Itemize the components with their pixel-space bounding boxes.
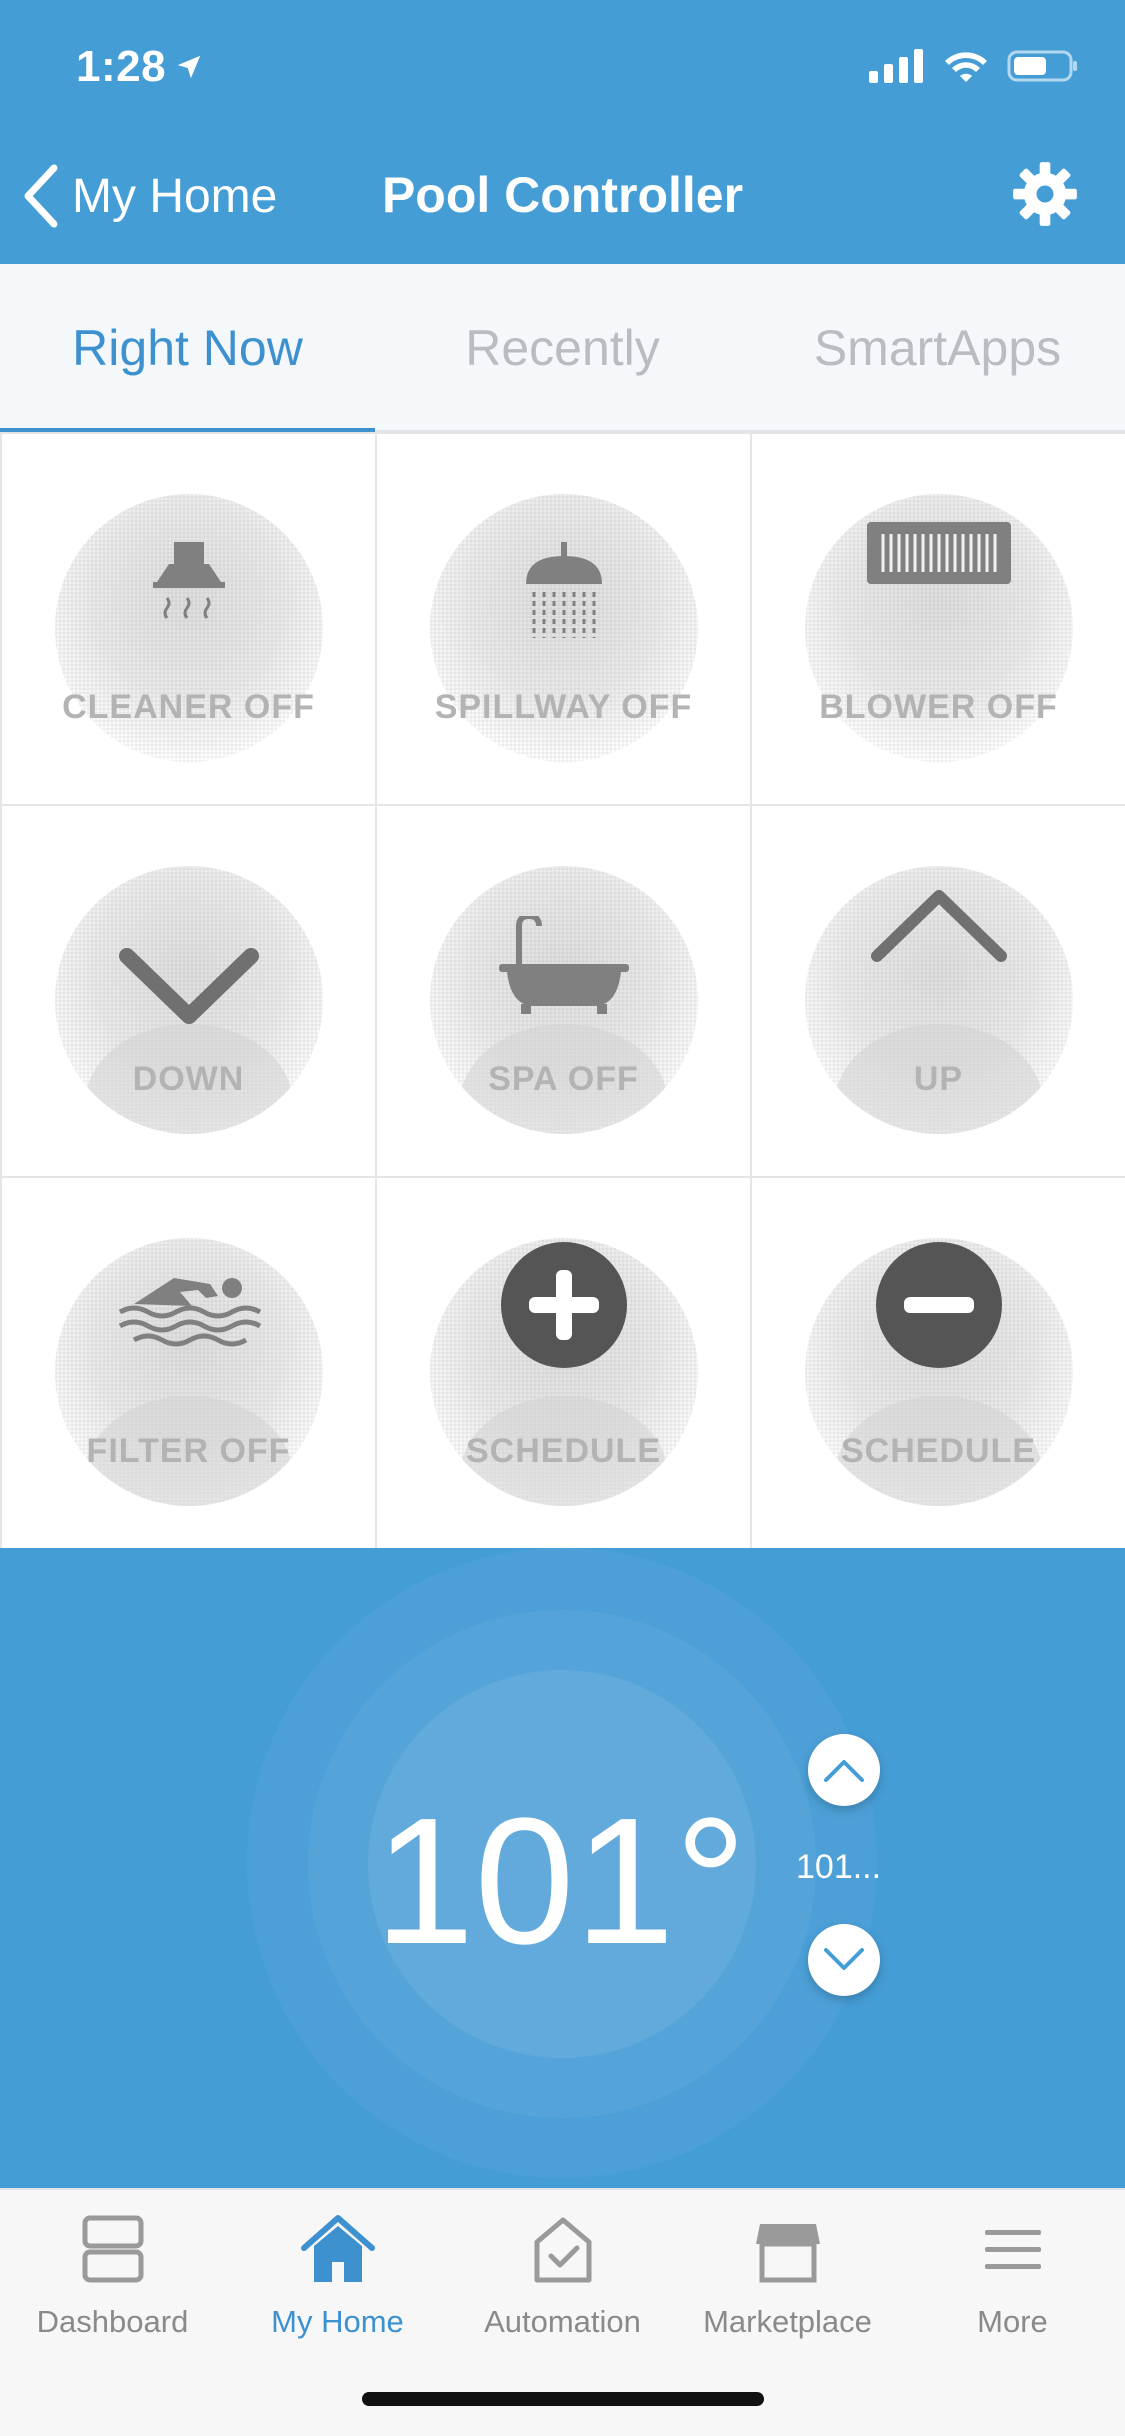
status-time: 1:28 — [76, 42, 204, 92]
tabbar-label: Dashboard — [36, 2304, 189, 2339]
chevron-up-icon — [871, 890, 1007, 962]
menu-icon — [984, 2230, 1041, 2269]
tile-down[interactable]: DOWN — [2, 806, 375, 1176]
tabbar-my-home[interactable]: My Home — [225, 2210, 450, 2360]
cellular-signal-icon — [869, 49, 923, 83]
tile-label: CLEANER OFF — [62, 688, 315, 726]
range-hood-icon — [153, 542, 225, 619]
status-indicators — [869, 48, 1079, 84]
plus-circle-icon — [501, 1242, 627, 1368]
setpoint-value: 101... — [796, 1848, 882, 1886]
tile-spillway[interactable]: SPILLWAY OFF — [377, 434, 750, 804]
tab-right-now[interactable]: Right Now — [0, 264, 375, 434]
tile-label: DOWN — [132, 1060, 245, 1098]
setpoint-up-button[interactable] — [808, 1734, 880, 1806]
tile-cleaner[interactable]: CLEANER OFF — [2, 434, 375, 804]
wifi-icon — [945, 52, 987, 82]
home-icon — [300, 2215, 375, 2282]
tile-label: SPA OFF — [488, 1060, 639, 1098]
current-temperature: 101° — [374, 1781, 747, 1982]
tabbar-dashboard[interactable]: Dashboard — [0, 2210, 225, 2360]
bathtub-icon — [499, 916, 629, 1014]
tabbar-label: Automation — [484, 2304, 641, 2339]
device-tile-grid: CLEANER OFF SPILLWAY OFF BLOWER OFF DOWN… — [0, 432, 1125, 1548]
tabbar-more[interactable]: More — [900, 2210, 1125, 2360]
navigation-bar: My Home Pool Controller — [0, 160, 1125, 240]
location-arrow-icon — [177, 55, 201, 79]
tile-label: SCHEDULE — [840, 1432, 1037, 1470]
tab-bar: Right Now Recently SmartApps — [0, 264, 1125, 434]
dashboard-icon — [82, 2215, 143, 2283]
tile-filter[interactable]: FILTER OFF — [2, 1178, 375, 1548]
tile-label: SPILLWAY OFF — [434, 688, 693, 726]
chevron-down-icon — [119, 948, 259, 1024]
tile-schedule-add[interactable]: SCHEDULE — [377, 1178, 750, 1548]
tile-blower[interactable]: BLOWER OFF — [752, 434, 1125, 804]
tile-up[interactable]: UP — [752, 806, 1125, 1176]
setpoint-down-button[interactable] — [808, 1924, 880, 1996]
tile-label: UP — [913, 1060, 964, 1098]
thermostat-panel: 101° 101... — [0, 1548, 1125, 2188]
tile-label: BLOWER OFF — [819, 688, 1058, 726]
tabbar-label: My Home — [271, 2304, 404, 2339]
chevron-down-icon — [824, 1948, 864, 1970]
swimmer-icon — [118, 1278, 262, 1347]
minus-circle-icon — [876, 1242, 1002, 1368]
tabbar-marketplace[interactable]: Marketplace — [675, 2210, 900, 2360]
gear-icon[interactable] — [1011, 160, 1079, 228]
automation-icon — [534, 2217, 591, 2283]
battery-icon — [1007, 50, 1077, 82]
tabbar-label: Marketplace — [703, 2304, 872, 2339]
home-indicator — [362, 2392, 764, 2406]
chevron-up-icon — [824, 1760, 864, 1782]
shower-icon — [526, 542, 602, 638]
tile-spa[interactable]: SPA OFF — [377, 806, 750, 1176]
marketplace-icon — [755, 2224, 820, 2283]
heater-vent-icon — [867, 522, 1011, 584]
tab-smartapps[interactable]: SmartApps — [750, 264, 1125, 432]
tile-label: SCHEDULE — [465, 1432, 662, 1470]
tab-recently[interactable]: Recently — [375, 264, 750, 432]
app-header: 1:28 My Home Pool Controller — [0, 0, 1125, 264]
tabbar-label: More — [977, 2304, 1048, 2339]
tile-label: FILTER OFF — [86, 1432, 291, 1470]
page-title: Pool Controller — [381, 167, 744, 223]
tabbar-automation[interactable]: Automation — [450, 2210, 675, 2360]
tile-schedule-remove[interactable]: SCHEDULE — [752, 1178, 1125, 1548]
